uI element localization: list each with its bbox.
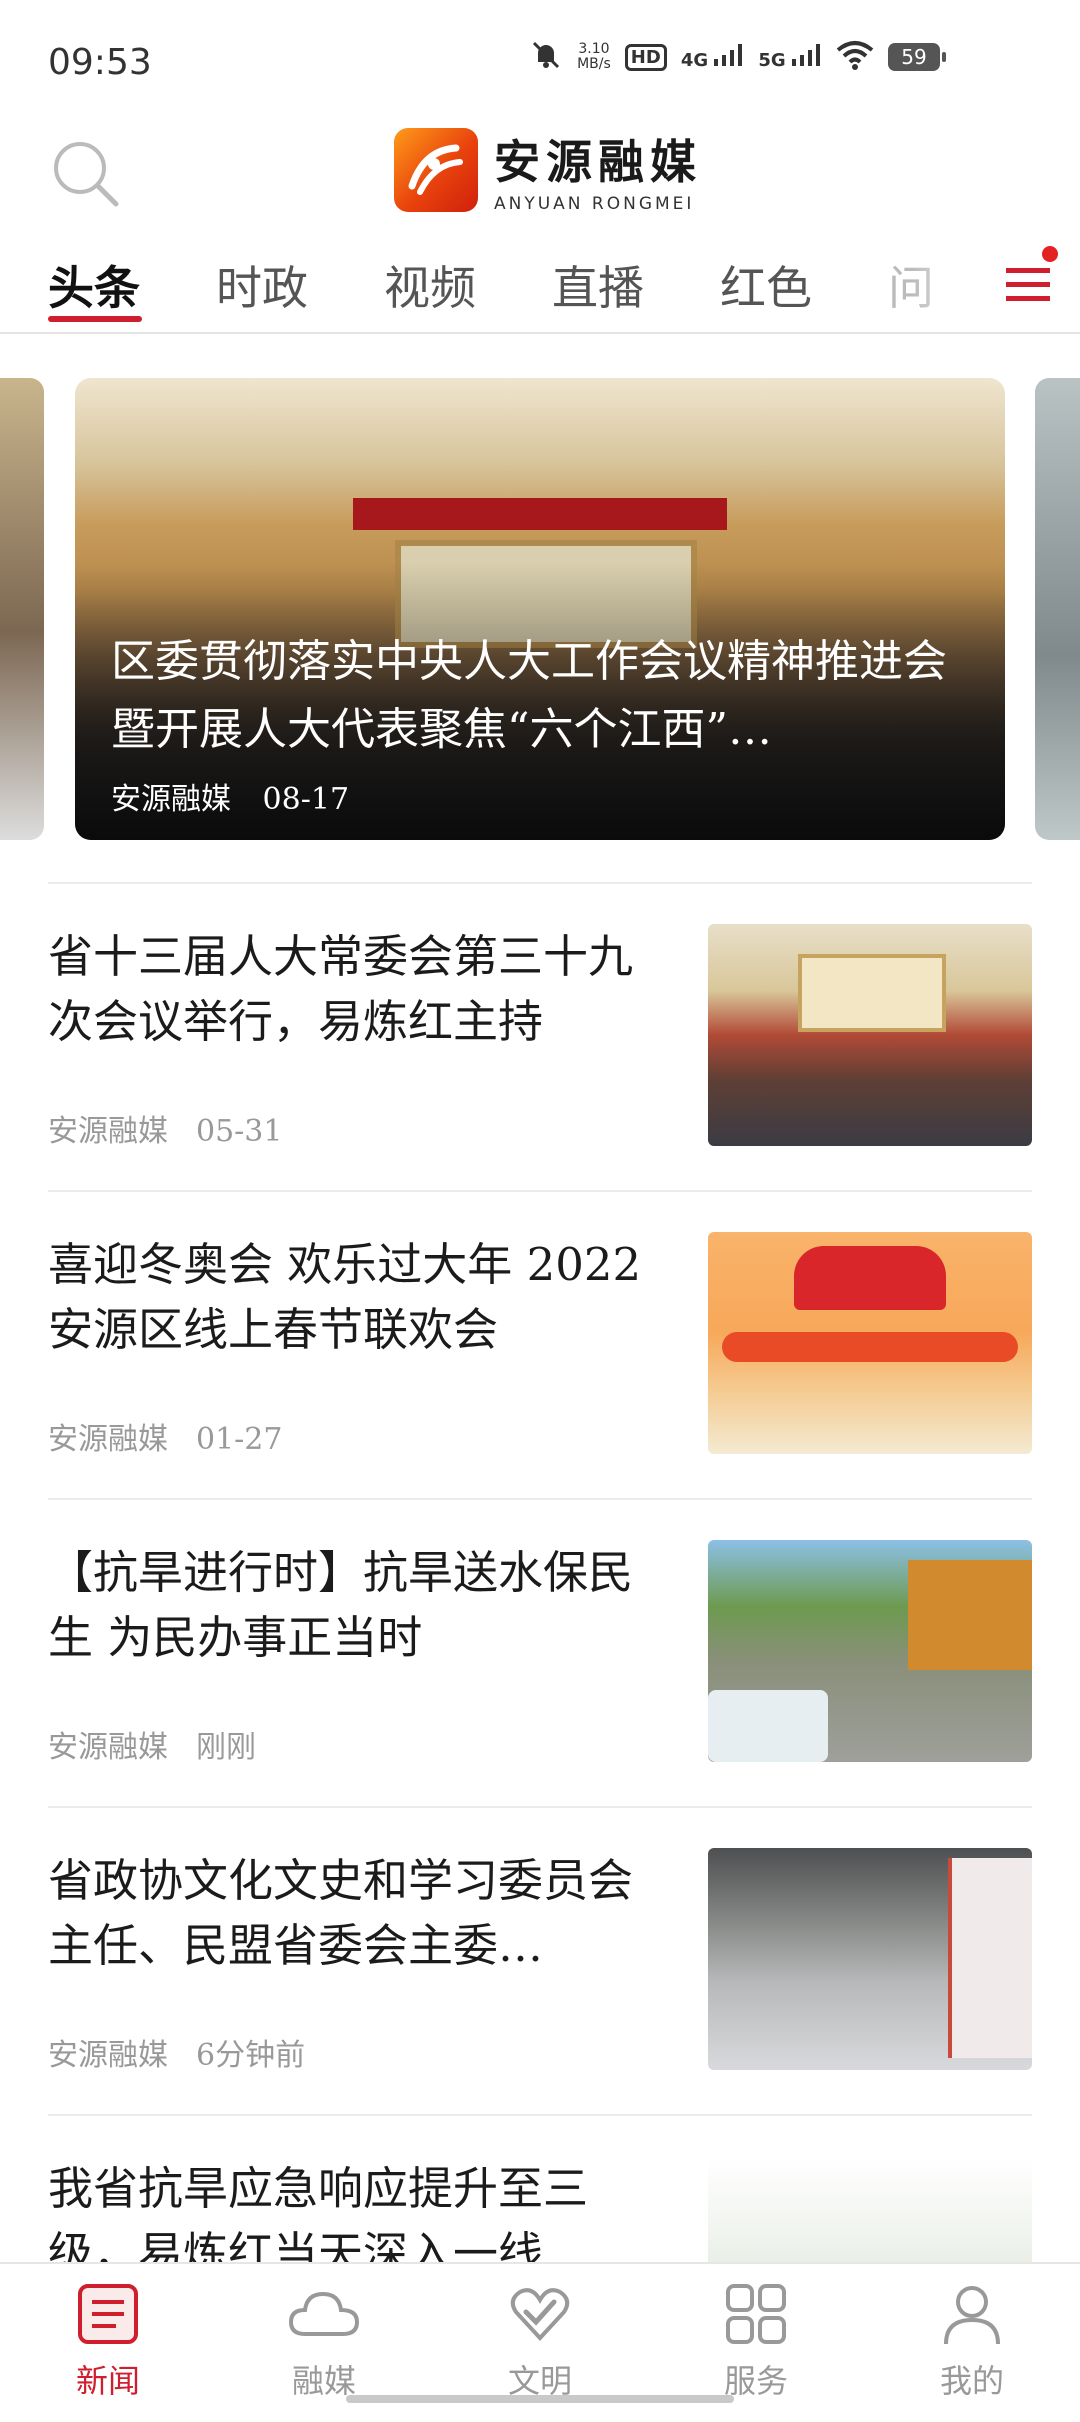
news-title: 省十三届人大常委会第三十九次会议举行，易炼红主持	[48, 930, 634, 1048]
tab-video[interactable]: 视频	[384, 252, 476, 318]
news-item[interactable]: 省政协文化文史和学习委员会主任、民盟省委会主委… 安源融媒 6分钟前	[48, 1806, 1032, 2114]
carousel-slide[interactable]: 区委贯彻落实中央人大工作会议精神推进会暨开展人大代表聚焦“六个江西”… 安源融媒…	[75, 378, 1005, 840]
slide-meta: 安源融媒 08-17	[111, 774, 349, 818]
logo-mark-icon	[394, 128, 478, 212]
news-meta: 安源融媒 刚刚	[48, 1730, 256, 1765]
news-item[interactable]: 【抗旱进行时】抗旱送水保民生 为民办事正当时 安源融媒 刚刚	[48, 1498, 1032, 1806]
news-thumbnail	[708, 924, 1032, 1146]
status-time: 09:53	[48, 42, 152, 83]
news-title: 喜迎冬奥会 欢乐过大年 2022安源区线上春节联欢会	[48, 1238, 642, 1356]
nav-service[interactable]: 服务	[696, 2282, 816, 2402]
news-meta: 安源融媒 05-31	[48, 1114, 283, 1149]
nav-media[interactable]: 融媒	[264, 2282, 384, 2402]
wifi-icon	[836, 40, 874, 74]
logo-subtitle: ANYUAN RONGMEI	[494, 194, 695, 214]
tab-fade	[912, 232, 992, 328]
slide-date: 08-17	[262, 782, 350, 817]
signal-4g-icon: 4G	[681, 43, 745, 71]
nav-civilization[interactable]: 文明	[480, 2282, 600, 2402]
heart-hand-icon	[510, 2288, 570, 2341]
news-item[interactable]: 省十三届人大常委会第三十九次会议举行，易炼红主持 安源融媒 05-31	[48, 882, 1032, 1190]
grid-icon	[726, 2284, 786, 2344]
app-header: 安源融媒 ANYUAN RONGMEI	[0, 120, 1080, 230]
news-thumbnail	[708, 1232, 1032, 1454]
battery-icon: 59	[888, 43, 946, 71]
tab-live[interactable]: 直播	[552, 252, 644, 318]
search-icon[interactable]	[48, 136, 124, 212]
status-icons: 3.10 MB/s HD 4G 5G 59	[529, 38, 946, 76]
slide-source: 安源融媒	[111, 782, 231, 817]
slide-title: 区委贯彻落实中央人大工作会议精神推进会暨开展人大代表聚焦“六个江西”…	[111, 636, 947, 755]
tab-headline[interactable]: 头条	[48, 252, 140, 318]
tab-active-indicator	[48, 316, 142, 322]
carousel-prev-slide[interactable]	[0, 378, 44, 840]
notification-dot	[1042, 246, 1058, 262]
app-logo: 安源融媒 ANYUAN RONGMEI	[394, 126, 702, 214]
nav-mine[interactable]: 我的	[912, 2282, 1032, 2402]
news-item[interactable]: 喜迎冬奥会 欢乐过大年 2022安源区线上春节联欢会 安源融媒 01-27	[48, 1190, 1032, 1498]
status-bar: 09:53 3.10 MB/s HD 4G 5G 59	[0, 0, 1080, 120]
mute-icon	[529, 38, 563, 76]
news-meta: 安源融媒 01-27	[48, 1422, 283, 1457]
net-speed: 3.10 MB/s	[577, 41, 611, 72]
news-thumbnail	[708, 1848, 1032, 2070]
menu-icon[interactable]	[1002, 258, 1058, 308]
news-list: 省十三届人大常委会第三十九次会议举行，易炼红主持 安源融媒 05-31 喜迎冬奥会…	[48, 882, 1032, 2422]
cloud-icon	[288, 2291, 360, 2336]
news-icon	[78, 2284, 138, 2344]
home-indicator[interactable]	[346, 2395, 734, 2403]
carousel-next-slide[interactable]	[1035, 378, 1080, 840]
person-icon	[944, 2286, 1000, 2345]
channel-tabs: 头条 时政 视频 直播 红色 问	[0, 232, 1080, 334]
logo-title: 安源融媒	[494, 135, 702, 189]
news-title: 【抗旱进行时】抗旱送水保民生 为民办事正当时	[48, 1546, 634, 1664]
news-title: 省政协文化文史和学习委员会主任、民盟省委会主委…	[48, 1854, 634, 1972]
signal-5g-icon: 5G	[758, 43, 822, 71]
tab-red[interactable]: 红色	[720, 252, 812, 318]
news-meta: 安源融媒 6分钟前	[48, 2038, 306, 2073]
bottom-nav: 新闻 融媒 文明 服务 我的	[0, 2262, 1080, 2410]
headline-carousel[interactable]: 区委贯彻落实中央人大工作会议精神推进会暨开展人大代表聚焦“六个江西”… 安源融媒…	[0, 378, 1080, 840]
news-thumbnail	[708, 1540, 1032, 1762]
nav-news[interactable]: 新闻	[48, 2282, 168, 2402]
tab-politics[interactable]: 时政	[216, 252, 308, 318]
hd-icon: HD	[624, 43, 667, 71]
